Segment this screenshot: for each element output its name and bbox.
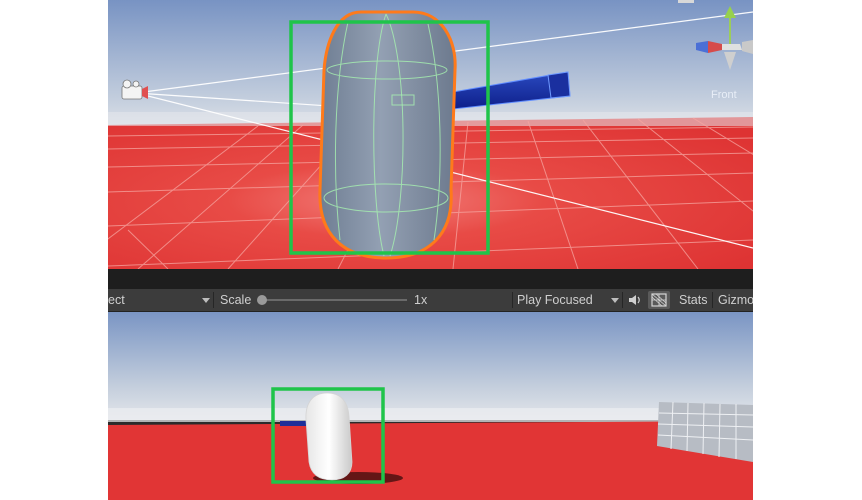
chevron-down-icon[interactable] [202, 298, 210, 303]
speaker-icon[interactable] [628, 294, 642, 306]
play-mode-dropdown[interactable]: Play Focused [517, 289, 593, 311]
orientation-label[interactable]: Front [711, 89, 737, 101]
game-view-toolbar: ect Scale 1x Play Focused Stats Gizmo [108, 289, 753, 312]
scale-value: 1x [414, 293, 428, 307]
scale-slider-handle[interactable] [257, 295, 267, 305]
unity-editor: Front ect Scale 1x Play Focused Stats Gi… [108, 0, 753, 500]
panel-divider[interactable] [108, 269, 753, 289]
grid-icon [651, 293, 667, 307]
toolbar-separator [712, 292, 713, 308]
scale-slider-track[interactable] [261, 299, 407, 301]
toolbar-separator [622, 292, 623, 308]
chevron-down-icon[interactable] [611, 298, 619, 303]
stats-button[interactable]: Stats [679, 289, 708, 311]
scene-view[interactable]: Front [108, 0, 753, 269]
game-view[interactable] [108, 312, 753, 500]
capsule-object[interactable] [305, 392, 353, 481]
toolbar-separator [213, 292, 214, 308]
grid-toggle-button[interactable] [648, 291, 670, 309]
game-viewport[interactable] [108, 312, 753, 500]
blue-beam[interactable] [280, 421, 310, 426]
toolbar-separator [512, 292, 513, 308]
gizmos-button[interactable]: Gizmo [718, 289, 753, 311]
scene-viewport[interactable] [108, 0, 753, 269]
scale-label: Scale [220, 293, 252, 307]
capsule-object[interactable] [318, 10, 457, 260]
aspect-dropdown[interactable]: ect [108, 289, 125, 311]
